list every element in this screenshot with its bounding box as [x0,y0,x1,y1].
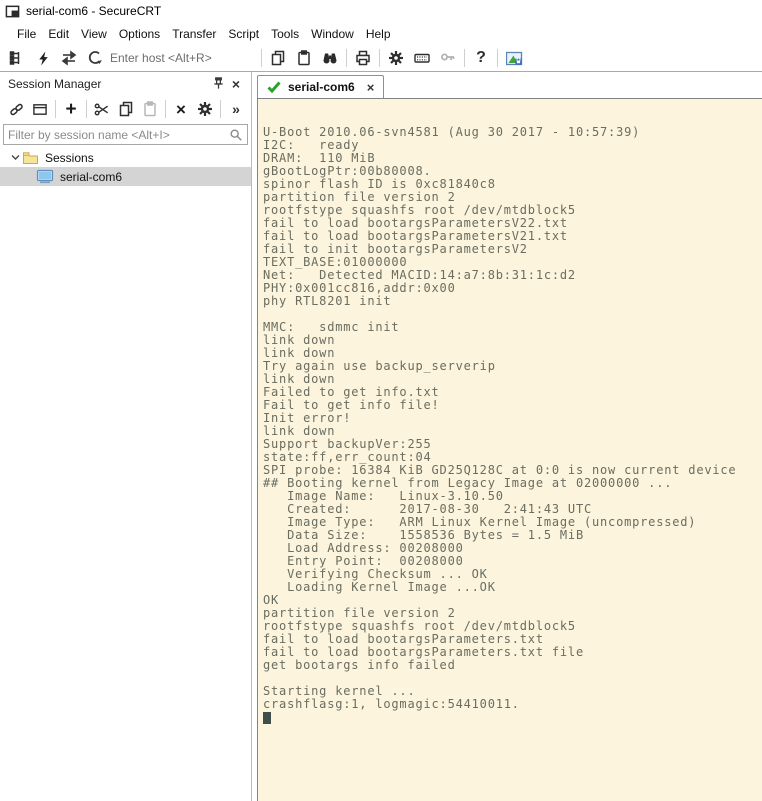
paste-icon [296,50,312,66]
toolbar-separator [165,100,166,118]
terminal-session-icon [36,169,54,184]
session-manager-button[interactable] [4,46,30,70]
session-manager-icon [9,50,25,66]
tab-bar: serial-com6 × [257,72,762,98]
securefx-button[interactable] [501,46,527,70]
connect-button[interactable] [4,98,28,120]
session-tree: Sessions serial-com6 [0,148,251,801]
binoculars-icon [322,50,338,66]
toolbar-separator [86,100,87,118]
copy-button[interactable] [265,46,291,70]
menu-help[interactable]: Help [360,24,397,44]
properties-key-button[interactable] [435,46,461,70]
menu-window[interactable]: Window [305,24,360,44]
menu-tools[interactable]: Tools [265,24,305,44]
session-manager-header: Session Manager × [0,72,251,95]
session-options-button[interactable] [383,46,409,70]
connected-check-icon [267,81,281,93]
terminal-output: U-Boot 2010.06-svn4581 (Aug 30 2017 - 10… [263,126,760,711]
session-item-serial-com6[interactable]: serial-com6 [0,167,251,186]
gear-icon [197,101,213,117]
search-icon [229,128,243,142]
app-window-icon [5,4,20,19]
pin-icon [212,77,225,90]
tree-root-label: Sessions [45,151,94,165]
window-body: Session Manager × [0,72,762,801]
scissors-icon [94,102,110,117]
connect-in-tab-button[interactable] [28,98,52,120]
terminal-screen[interactable]: U-Boot 2010.06-svn4581 (Aug 30 2017 - 10… [257,98,762,801]
help-icon: ? [476,49,486,67]
toolbar-separator [346,49,347,67]
close-icon: × [232,77,240,91]
toolbar-separator [464,49,465,67]
copy-icon [118,101,134,117]
tree-root-sessions[interactable]: Sessions [0,148,251,167]
tab-serial-com6[interactable]: serial-com6 × [257,75,384,98]
menu-bar: File Edit View Options Transfer Script T… [0,22,762,45]
new-session-button[interactable]: + [59,98,83,120]
more-options-button[interactable]: » [224,98,248,120]
pin-panel-button[interactable] [209,75,227,93]
host-input[interactable] [110,51,258,65]
menu-transfer[interactable]: Transfer [166,24,222,44]
paste-icon [142,101,158,117]
reconnect-button[interactable] [56,46,82,70]
session-filter-box [3,124,248,145]
chain-link-icon [8,102,25,117]
main-toolbar: ? [0,45,762,72]
toolbar-separator [497,49,498,67]
menu-options[interactable]: Options [113,24,166,44]
folder-icon [22,150,39,165]
quick-connect-button[interactable] [30,46,56,70]
disconnect-icon [87,50,103,66]
copy-icon [270,50,286,66]
printer-icon [355,50,371,66]
keymap-editor-button[interactable] [409,46,435,70]
print-button[interactable] [350,46,376,70]
tab-label: serial-com6 [288,80,355,94]
menu-file[interactable]: File [11,24,42,44]
session-manager-toolbar: + [0,95,251,123]
find-button[interactable] [317,46,343,70]
reconnect-arrows-icon [61,50,77,66]
menu-edit[interactable]: Edit [42,24,75,44]
securefx-icon [506,51,523,66]
gear-icon [388,50,404,66]
close-panel-button[interactable]: × [227,75,245,93]
title-bar: serial-com6 - SecureCRT [0,0,762,22]
menu-view[interactable]: View [75,24,113,44]
paste-button[interactable] [291,46,317,70]
disconnect-button[interactable] [82,46,108,70]
key-icon [440,50,456,66]
session-manager-panel: Session Manager × [0,72,252,801]
paste-session-button[interactable] [138,98,162,120]
cut-button[interactable] [90,98,114,120]
session-properties-button[interactable] [193,98,217,120]
delete-icon: × [176,101,186,118]
menu-script[interactable]: Script [222,24,265,44]
window-tab-icon [32,102,48,117]
session-filter-input[interactable] [4,128,229,142]
keyboard-icon [414,50,430,66]
toolbar-separator [220,100,221,118]
toolbar-separator [261,49,262,67]
session-item-label: serial-com6 [60,170,122,184]
help-button[interactable]: ? [468,46,494,70]
terminal-pane: serial-com6 × U-Boot 2010.06-svn4581 (Au… [252,72,762,801]
tab-close-icon[interactable]: × [367,81,375,94]
chevron-more-icon: » [232,102,240,116]
terminal-cursor [263,712,271,724]
plus-icon: + [65,100,76,119]
lightning-icon [36,51,51,66]
copy-session-button[interactable] [114,98,138,120]
delete-session-button[interactable]: × [169,98,193,120]
window-title: serial-com6 - SecureCRT [26,4,161,18]
chevron-down-icon [8,154,22,161]
session-manager-title: Session Manager [8,77,209,91]
toolbar-separator [55,100,56,118]
toolbar-separator [379,49,380,67]
